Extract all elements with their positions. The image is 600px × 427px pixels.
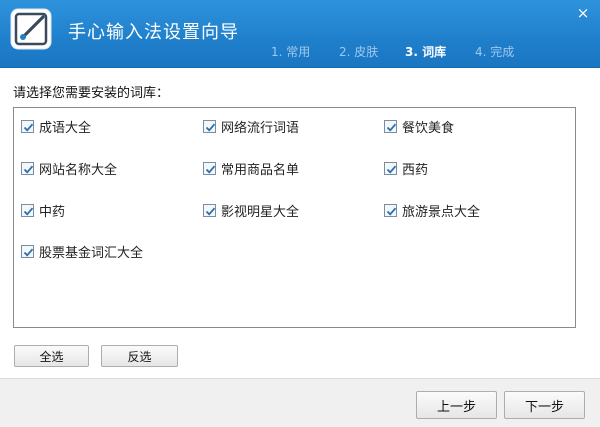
select-all-button[interactable]: 全选 [14,345,89,367]
checkbox[interactable] [203,119,216,133]
dictionary-label: 旅游景点大全 [402,204,481,220]
dictionary-list: 成语大全 网络流行词语 餐饮美食 网站名称大全 常用商品名单 西药 中药 影视明… [13,107,576,328]
dictionary-item[interactable]: 餐饮美食 [384,117,455,136]
checkbox[interactable] [21,161,34,175]
dictionary-item[interactable]: 常用商品名单 [203,159,300,178]
checkbox[interactable] [384,119,397,133]
dictionary-label: 影视明星大全 [221,204,300,220]
window-title: 手心输入法设置向导 [68,22,239,43]
dictionary-item[interactable]: 网络流行词语 [203,117,300,136]
dictionary-item[interactable]: 成语大全 [21,117,92,136]
next-step-button[interactable]: 下一步 [504,391,585,419]
dictionary-label: 网络流行词语 [221,120,300,136]
checkbox[interactable] [203,203,216,217]
dictionary-item[interactable]: 旅游景点大全 [384,201,481,220]
prev-step-button[interactable]: 上一步 [416,391,497,419]
dictionary-prompt: 请选择您需要安装的词库： [13,86,170,101]
title-bar: 手心输入法设置向导 × 1. 常用 2. 皮肤 3. 词库 4. 完成 [0,0,600,68]
checkbox[interactable] [203,161,216,175]
dictionary-label: 成语大全 [39,120,92,136]
dictionary-label: 网站名称大全 [39,162,118,178]
dictionary-label: 中药 [39,204,66,220]
checkbox[interactable] [384,161,397,175]
step-3-current: 3. 词库 [405,45,447,59]
footer-bar: 上一步 下一步 [0,378,600,427]
invert-selection-button[interactable]: 反选 [101,345,178,367]
checkbox[interactable] [21,244,34,258]
close-icon[interactable]: × [574,4,592,22]
dictionary-label: 西药 [402,162,429,178]
dictionary-item[interactable]: 影视明星大全 [203,201,300,220]
dictionary-label: 常用商品名单 [221,162,300,178]
checkbox[interactable] [384,203,397,217]
dictionary-item[interactable]: 网站名称大全 [21,159,118,178]
step-4: 4. 完成 [475,45,515,59]
dictionary-label: 股票基金词汇大全 [39,245,144,261]
checkbox[interactable] [21,119,34,133]
wizard-steps: 1. 常用 2. 皮肤 3. 词库 4. 完成 [0,43,600,63]
checkbox[interactable] [21,203,34,217]
dictionary-label: 餐饮美食 [402,120,455,136]
dictionary-item[interactable]: 股票基金词汇大全 [21,242,144,261]
step-1: 1. 常用 [271,45,311,59]
dictionary-item[interactable]: 西药 [384,159,429,178]
step-2: 2. 皮肤 [339,45,379,59]
dictionary-item[interactable]: 中药 [21,201,66,220]
